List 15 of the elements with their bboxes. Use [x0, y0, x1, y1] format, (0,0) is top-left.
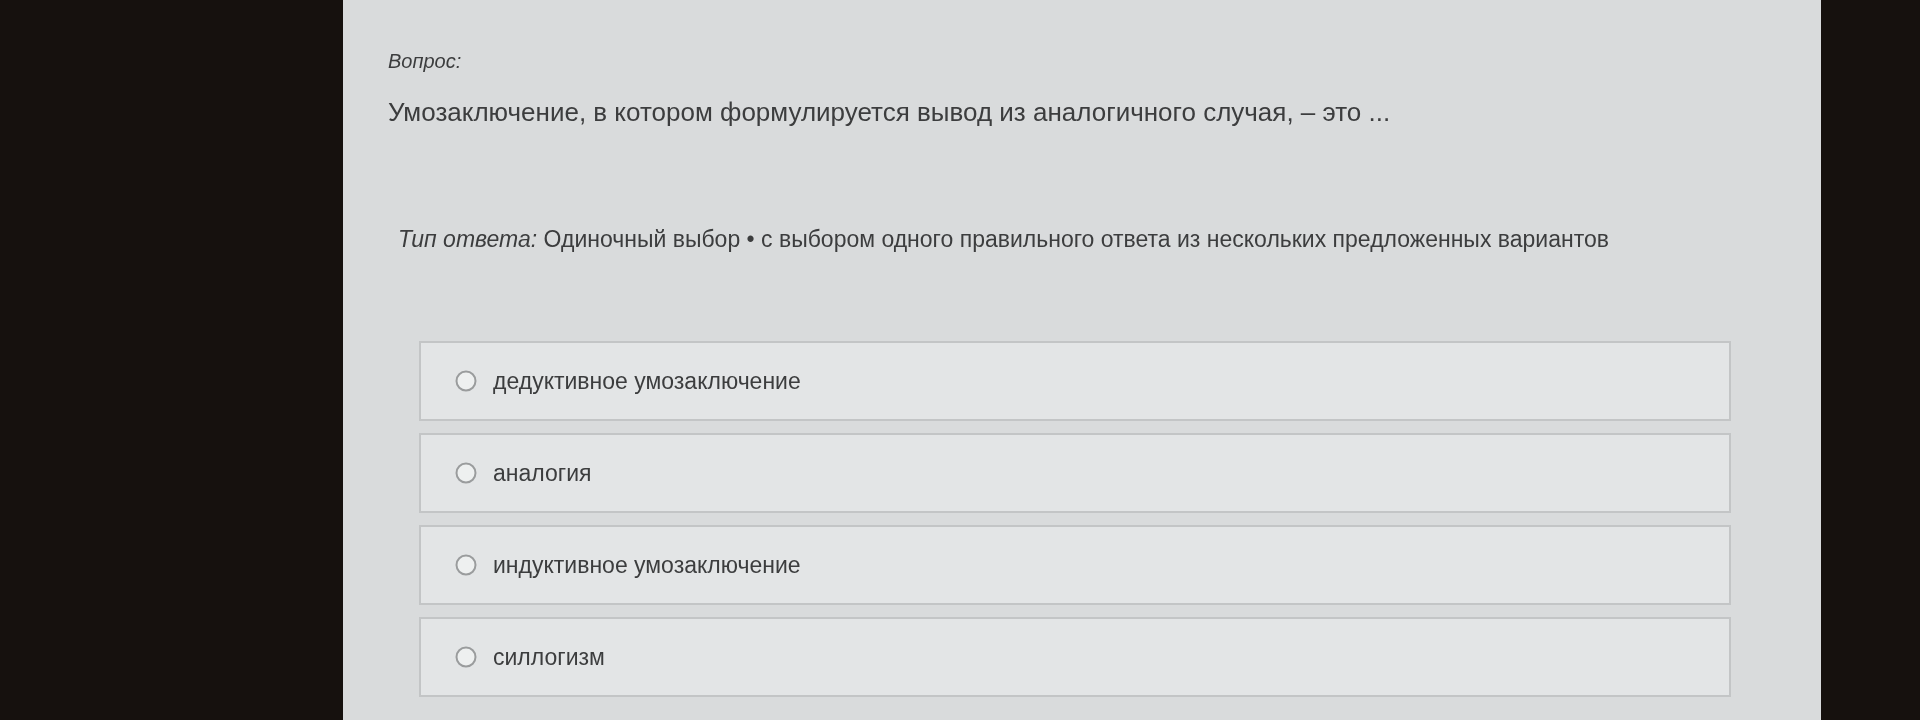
radio-icon[interactable] — [455, 554, 477, 576]
answer-option[interactable]: силлогизм — [419, 617, 1731, 697]
radio-icon[interactable] — [455, 462, 477, 484]
answer-option[interactable]: дедуктивное умозаключение — [419, 341, 1731, 421]
option-label: индуктивное умозаключение — [493, 551, 801, 579]
option-label: дедуктивное умозаключение — [493, 367, 801, 395]
answer-type-text: Тип ответа: Одиночный выбор • с выбором одного правильного ответа из нескольких предложенных вариантов — [398, 226, 1609, 253]
answer-option[interactable]: аналогия — [419, 433, 1731, 513]
question-text: Умозаключение, в котором формулируется вывод из аналогичного случая, – это ... — [388, 97, 1391, 128]
option-label: силлогизм — [493, 643, 605, 671]
question-label: Вопрос: — [388, 50, 462, 73]
answer-option[interactable]: индуктивное умозаключение — [419, 525, 1731, 605]
option-label: аналогия — [493, 459, 592, 487]
radio-icon[interactable] — [455, 646, 477, 668]
radio-icon[interactable] — [455, 370, 477, 392]
